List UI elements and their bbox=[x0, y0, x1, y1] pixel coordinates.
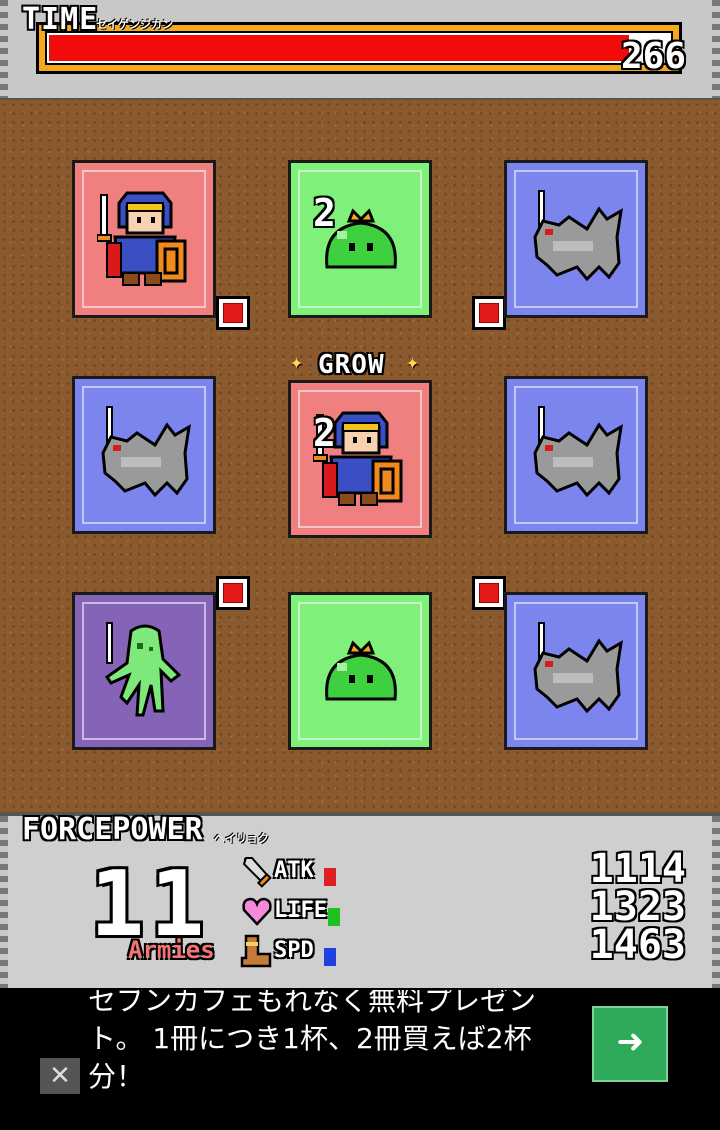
unit-level: 2 bbox=[313, 191, 336, 235]
ad-banner[interactable]: セブンカフェもれなく無料プレゼント。 1冊につき1杯、2冊買えば2杯分！ ➜ bbox=[40, 990, 680, 1094]
armies-label: Armies bbox=[128, 936, 215, 964]
gray-wolf-sprite bbox=[533, 622, 623, 714]
stat-label: SPD bbox=[274, 938, 314, 963]
sword-icon bbox=[242, 857, 272, 888]
link-gem bbox=[216, 576, 250, 610]
time-sub-label: セイゲンジカン bbox=[96, 18, 173, 31]
stat-label: ATK bbox=[274, 858, 314, 883]
spd-value: 1463 bbox=[589, 922, 686, 968]
link-gem bbox=[472, 576, 506, 610]
link-gem bbox=[472, 296, 506, 330]
forcepower-sub-label: ヘイリョク bbox=[214, 832, 269, 845]
time-bar-fill bbox=[49, 35, 630, 61]
unit-card-gray-wolf[interactable] bbox=[504, 160, 648, 318]
time-label: TIME bbox=[22, 2, 99, 37]
sparkle-icon: ✦ bbox=[406, 350, 420, 375]
gray-wolf-sprite bbox=[533, 190, 623, 282]
arrow-right-icon[interactable]: ➜ bbox=[592, 1006, 668, 1082]
atk-value: 1114 bbox=[589, 846, 686, 892]
sparkle-icon: ✦ bbox=[290, 350, 304, 375]
life-value: 1323 bbox=[589, 884, 686, 930]
spd-bar bbox=[324, 948, 336, 966]
left-rail bbox=[0, 0, 8, 98]
unit-card-hero-knight[interactable]: 2 bbox=[288, 380, 432, 538]
force-panel: FORCEPOWER ヘイリョク 11 Armies ATK LIFE SPD … bbox=[0, 812, 720, 988]
gray-wolf-sprite bbox=[533, 406, 623, 498]
grow-badge: ✦ ✦ GROW bbox=[290, 350, 420, 380]
unit-card-gray-wolf[interactable] bbox=[72, 376, 216, 534]
unit-card-gray-wolf[interactable] bbox=[504, 592, 648, 750]
unit-card-green-ghost[interactable] bbox=[72, 592, 216, 750]
heart-icon bbox=[242, 897, 272, 926]
time-value: 266 bbox=[620, 36, 686, 77]
atk-bar bbox=[324, 868, 336, 886]
boot-icon bbox=[240, 934, 272, 968]
ad-text[interactable]: セブンカフェもれなく無料プレゼント。 1冊につき1杯、2冊買えば2杯分！ bbox=[88, 990, 578, 1094]
hero-knight-sprite bbox=[97, 191, 187, 286]
unit-card-hero-knight[interactable] bbox=[72, 160, 216, 318]
king-slime-sprite bbox=[325, 640, 397, 701]
stat-values: 1114 1323 1463 bbox=[589, 846, 686, 968]
unit-card-gray-wolf[interactable] bbox=[504, 376, 648, 534]
right-rail bbox=[712, 0, 720, 98]
link-gem bbox=[216, 296, 250, 330]
time-panel: TIME セイゲンジカン 266 bbox=[0, 0, 720, 102]
unit-card-king-slime[interactable] bbox=[288, 592, 432, 750]
close-icon[interactable]: ✕ bbox=[40, 1058, 80, 1094]
unit-level: 2 bbox=[313, 411, 336, 455]
gray-wolf-sprite bbox=[101, 406, 191, 498]
green-ghost-sprite bbox=[104, 622, 182, 717]
forcepower-label: FORCEPOWER bbox=[22, 812, 203, 847]
game-board: ✦ ✦ GROW 2 2 bbox=[0, 100, 720, 812]
right-rail bbox=[712, 816, 720, 988]
stat-label: LIFE bbox=[274, 898, 327, 923]
unit-card-king-slime[interactable]: 2 bbox=[288, 160, 432, 318]
life-bar bbox=[328, 908, 340, 926]
left-rail bbox=[0, 816, 8, 988]
